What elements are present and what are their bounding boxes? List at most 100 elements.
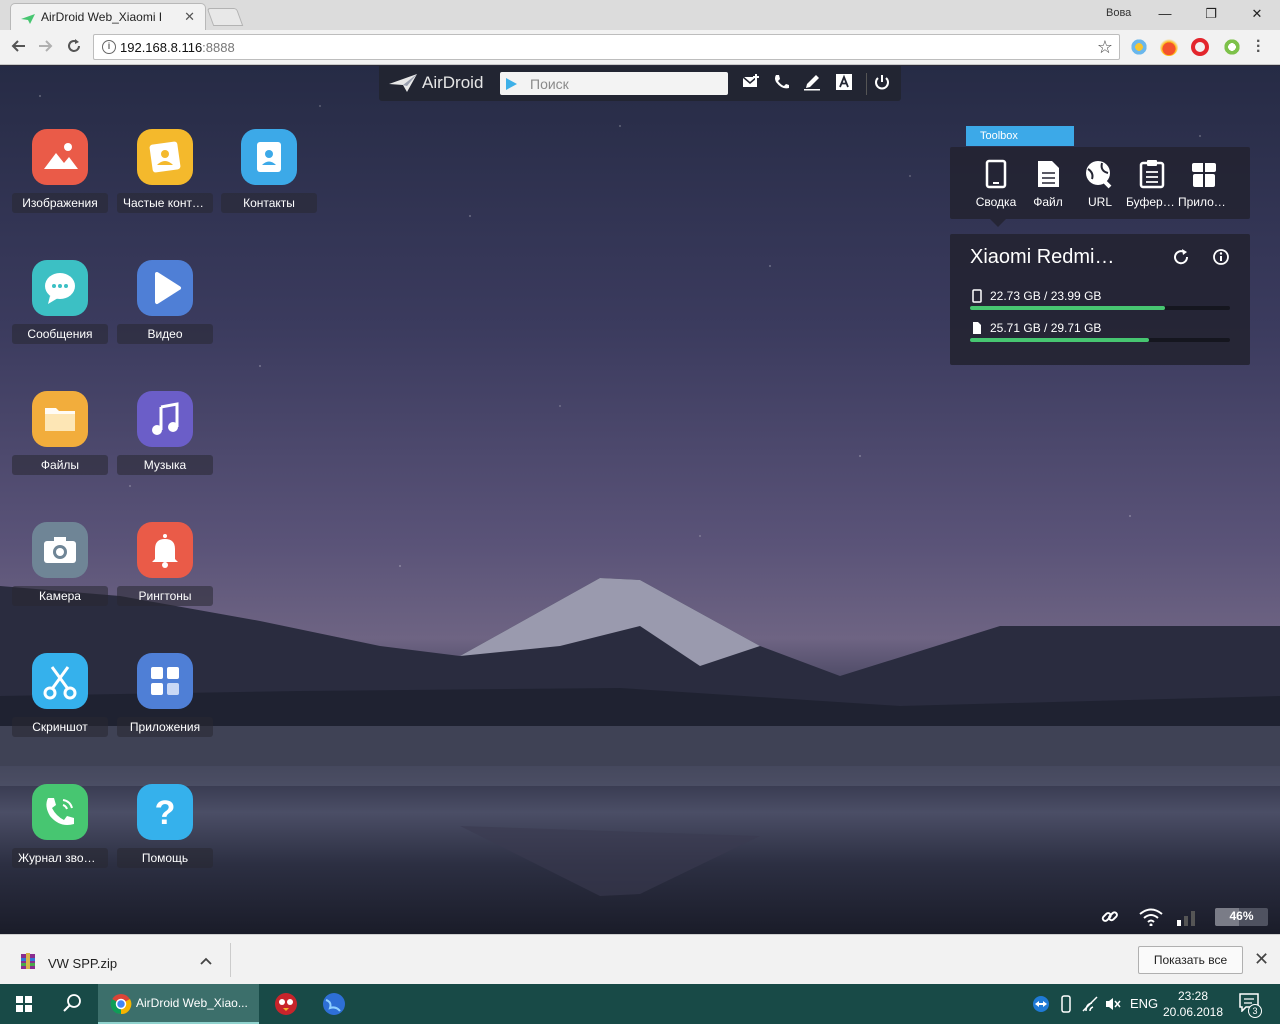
app-label: Контакты [221,193,317,213]
app-music[interactable]: Музыка [117,391,213,501]
toolbox-label: Буфер обмена [1126,195,1178,209]
app-camera[interactable]: Камера [12,522,108,632]
bookmark-star-icon[interactable]: ☆ [1097,37,1113,58]
extension-flower-icon[interactable] [1130,38,1148,56]
app-applications[interactable]: Приложения [117,653,213,763]
new-tab-button[interactable] [206,8,244,26]
call-log-phone-icon [32,784,88,840]
app-search[interactable] [500,72,728,95]
system-clock[interactable]: 23:28 20.06.2018 [1160,988,1226,1020]
taskbar-app-bird[interactable] [262,984,310,1024]
globe-icon [323,993,345,1015]
taskbar-app-globe[interactable] [310,984,358,1024]
app-ringtones[interactable]: Рингтоны [117,522,213,632]
minimize-button[interactable]: — [1142,4,1188,26]
app-screenshot[interactable]: Скриншот [12,653,108,763]
extension-fire-icon[interactable] [1160,38,1178,56]
usb-tray-icon[interactable] [1059,995,1073,1016]
images-icon [32,129,88,185]
app-files[interactable]: Файлы [12,391,108,501]
airdroid-brand: AirDroid [422,73,484,92]
extension-android-icon[interactable] [1223,38,1241,56]
music-note-icon [137,391,193,447]
app-label: Приложения [117,717,213,737]
battery-percent: 46% [1229,909,1254,923]
search-input[interactable] [530,74,720,93]
reload-icon[interactable] [66,38,82,59]
toolbox-clipboard[interactable]: Буфер обмена [1126,159,1178,209]
app-video[interactable]: Видео [117,260,213,370]
app-call-log[interactable]: Журнал звонков [12,784,108,894]
show-all-downloads-button[interactable]: Показать все [1138,946,1243,974]
teamviewer-tray-icon[interactable] [1031,995,1051,1016]
taskbar-search-button[interactable] [48,984,96,1024]
opera-extension-icon[interactable] [1191,38,1209,56]
file-icon [1038,161,1059,187]
signal-strength-icon [1175,908,1199,931]
forward-arrow-icon[interactable] [38,38,54,59]
chevron-up-icon[interactable] [200,952,212,968]
airdroid-tab-icon [21,11,35,29]
toolbox-url[interactable]: URL [1074,159,1126,209]
toolbox-apps[interactable]: Приложения [1178,159,1230,209]
profile-name[interactable]: Вова [1106,7,1131,19]
bell-icon [137,522,193,578]
taskbar-chrome-window[interactable]: AirDroid Web_Xiao... [98,984,259,1024]
network-tray-icon[interactable] [1081,995,1099,1016]
toolbox-tab[interactable]: Toolbox [966,126,1074,146]
app-label: Изображения [12,193,108,213]
app-images[interactable]: Изображения [12,129,108,239]
app-help[interactable]: ? Помощь [117,784,213,894]
close-download-bar-icon[interactable]: ✕ [1254,949,1269,970]
message-add-icon[interactable] [742,73,760,96]
close-window-button[interactable]: ✕ [1234,4,1280,26]
maximize-button[interactable]: ❐ [1188,4,1234,26]
app-contacts[interactable]: Контакты [221,129,317,239]
clock-time: 23:28 [1177,989,1209,1003]
power-icon[interactable] [873,73,891,96]
app-messages[interactable]: Сообщения [12,260,108,370]
browser-tab[interactable]: AirDroid Web_Xiaomi Redmi ✕ [10,3,206,30]
clock-date: 20.06.2018 [1162,1005,1224,1019]
phone-icon[interactable] [773,73,791,96]
language-indicator[interactable]: ENG [1130,996,1158,1011]
app-label: Журнал звонков [12,848,108,868]
action-center-button[interactable]: 3 [1238,992,1262,1018]
smartphone-icon [985,159,1007,189]
address-bar[interactable]: i 192.168.8.116:8888 ☆ [93,34,1120,60]
airdroid-desktop: AirDroid Изображения Частые [0,66,1280,934]
search-icon [63,994,81,1012]
back-arrow-icon[interactable] [10,38,26,59]
toolbox-file[interactable]: Файл [1022,159,1074,209]
svg-text:?: ? [155,794,176,832]
files-folder-icon [32,391,88,447]
clipboard-icon [1139,160,1165,189]
start-button[interactable] [0,984,48,1024]
toolbox-pointer [990,219,1006,227]
windows-logo-icon [16,996,32,1012]
tab-close-icon[interactable]: ✕ [184,9,195,25]
volume-muted-icon[interactable] [1104,995,1122,1016]
download-filename: VW SPP.zip [48,956,118,971]
device-name: Xiaomi Redmi Note [970,246,1120,268]
toolbox-summary[interactable]: Сводка [970,159,1022,209]
refresh-icon[interactable] [1172,248,1190,271]
toolbox-panel: Сводка Файл URL Буфер обмена Приложения [950,147,1250,219]
browser-menu-icon[interactable]: · · · [1256,34,1261,60]
app-label: Частые контакты [117,193,213,213]
scissors-icon [32,653,88,709]
battery-indicator: 46% [1215,908,1268,926]
download-item[interactable]: VW SPP.zip [20,952,117,973]
site-info-icon[interactable]: i [102,40,116,54]
app-frequent-contacts[interactable]: Частые контакты [117,129,213,239]
info-icon[interactable] [1212,248,1230,271]
toolbox-label: Файл [1033,195,1063,209]
device-info-panel: Xiaomi Redmi Note 22.73 GB / 23.99 GB 25… [950,234,1250,365]
browser-toolbar: i 192.168.8.116:8888 ☆ · · · [0,30,1280,65]
contacts-icon [241,129,297,185]
link-icon[interactable] [1101,908,1119,931]
toolbox-label: Сводка [975,195,1017,209]
pen-write-icon[interactable] [803,73,821,96]
font-a-icon[interactable] [835,73,853,96]
wifi-icon [1138,908,1164,931]
